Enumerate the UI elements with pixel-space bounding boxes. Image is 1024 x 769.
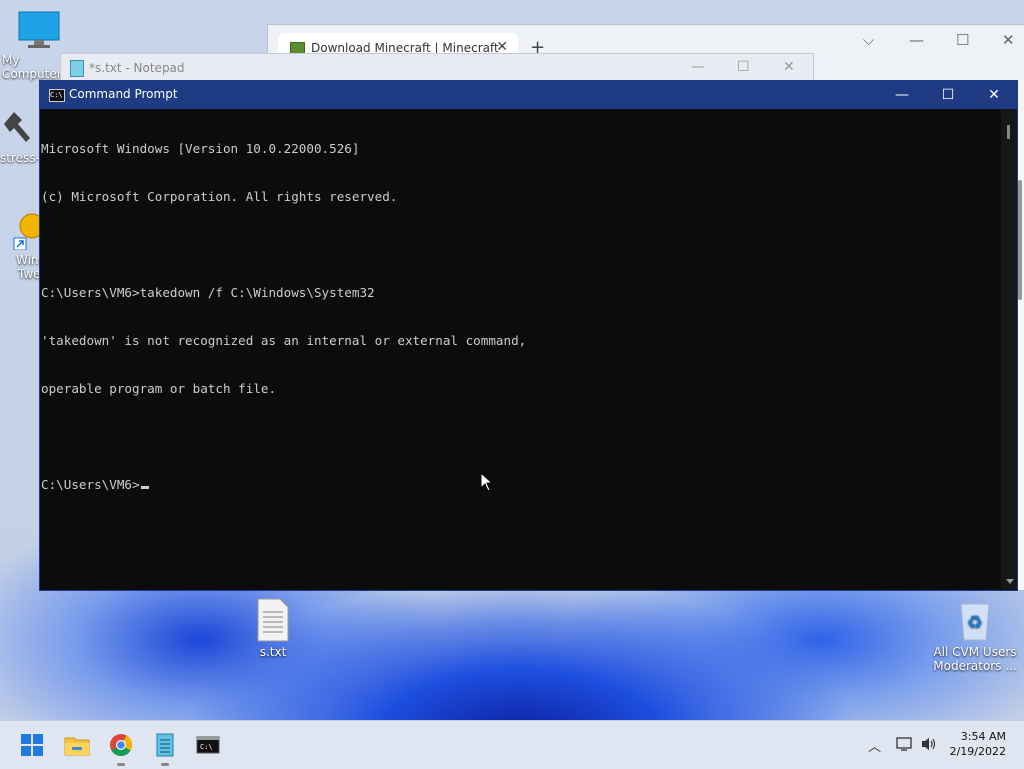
maximize-button[interactable]: ☐	[737, 59, 750, 75]
cmd-icon: C:\	[49, 89, 65, 102]
console-output[interactable]: Microsoft Windows [Version 10.0.22000.52…	[40, 109, 1001, 589]
console-line: operable program or batch file.	[41, 381, 277, 396]
taskbar-notepad[interactable]	[149, 729, 181, 766]
close-button[interactable]: ✕	[1002, 31, 1015, 49]
svg-text:♻: ♻	[967, 612, 983, 633]
winaero-icon	[13, 213, 45, 251]
tools-icon	[4, 112, 30, 142]
console-prompt: C:\Users\VM6>	[41, 477, 140, 492]
window-title: Command Prompt	[69, 87, 178, 101]
maximize-button[interactable]: ☐	[925, 84, 971, 106]
taskbar-command-prompt[interactable]: C:\	[192, 729, 224, 761]
desktop-icon-label: s.txt	[259, 645, 287, 659]
taskbar: C:\ ︿ 3:54 AM 2/19/2022	[0, 720, 1024, 769]
running-indicator	[117, 763, 125, 766]
running-indicator	[161, 763, 169, 766]
folder-icon	[64, 737, 90, 756]
svg-text:C:\: C:\	[200, 743, 213, 751]
volume-icon[interactable]	[920, 736, 938, 752]
windows-logo-icon	[21, 734, 43, 756]
notepad-icon	[70, 60, 84, 77]
close-button[interactable]: ✕	[971, 84, 1017, 106]
desktop-icon-label: stress-	[0, 151, 40, 165]
console-prompt-line[interactable]: C:\Users\VM6>	[41, 477, 1001, 493]
recycle-bin-icon: ♻	[960, 603, 990, 641]
notepad-icon	[156, 733, 174, 757]
clock-time: 3:54 AM	[960, 730, 1006, 743]
tab-search-dropdown-icon[interactable]: ⌵	[863, 31, 874, 49]
show-hidden-icons-button[interactable]: ︿	[868, 736, 881, 755]
console-line: (c) Microsoft Corporation. All rights re…	[41, 189, 398, 204]
desktop-icon-recycle-bin[interactable]: ♻ All CVM Users Moderators ...	[930, 598, 1020, 673]
close-button[interactable]: ✕	[783, 59, 795, 75]
scroll-thumb[interactable]	[1018, 180, 1022, 300]
text-file-icon	[257, 598, 289, 642]
command-prompt-window[interactable]: C:\ Command Prompt — ☐ ✕ Microsoft Windo…	[39, 80, 1018, 591]
desktop-icon-label: Moderators ...	[933, 659, 1017, 673]
start-button[interactable]	[16, 729, 48, 761]
desktop: My Computer stress- Win Twe s.txt ♻ All …	[0, 0, 1024, 720]
desktop-icon-label: All CVM Users	[933, 645, 1017, 659]
console-line: 'takedown' is not recognized as an inter…	[41, 333, 527, 348]
scroll-down-icon[interactable]	[1006, 579, 1014, 584]
minimize-button[interactable]: —	[691, 59, 705, 75]
chrome-icon	[110, 734, 132, 756]
scroll-thumb[interactable]	[1007, 125, 1010, 139]
cmd-titlebar[interactable]: C:\ Command Prompt — ☐ ✕	[40, 81, 1017, 109]
desktop-icon-s-txt[interactable]: s.txt	[250, 598, 296, 659]
notepad-title: *s.txt - Notepad	[89, 61, 185, 75]
system-clock[interactable]: 3:54 AM 2/19/2022	[950, 729, 1006, 759]
desktop-icon-stress[interactable]: stress-	[0, 108, 40, 165]
maximize-button[interactable]: ☐	[956, 31, 969, 49]
console-scrollbar[interactable]	[1001, 109, 1017, 589]
mouse-pointer-icon	[480, 472, 494, 492]
clock-date: 2/19/2022	[949, 745, 1006, 758]
taskbar-chrome[interactable]	[105, 729, 137, 766]
desktop-icon-winaero-tweaker[interactable]: Win Twe	[12, 210, 45, 281]
console-line: C:\Users\VM6>takedown /f C:\Windows\Syst…	[41, 285, 375, 300]
taskbar-file-explorer[interactable]	[61, 729, 93, 761]
monitor-icon	[18, 11, 60, 48]
minimize-button[interactable]: —	[909, 31, 924, 49]
minimize-button[interactable]: —	[879, 84, 925, 106]
text-cursor	[140, 486, 149, 489]
terminal-icon: C:\	[196, 736, 220, 754]
console-line: Microsoft Windows [Version 10.0.22000.52…	[41, 141, 360, 156]
network-icon[interactable]	[895, 736, 913, 752]
